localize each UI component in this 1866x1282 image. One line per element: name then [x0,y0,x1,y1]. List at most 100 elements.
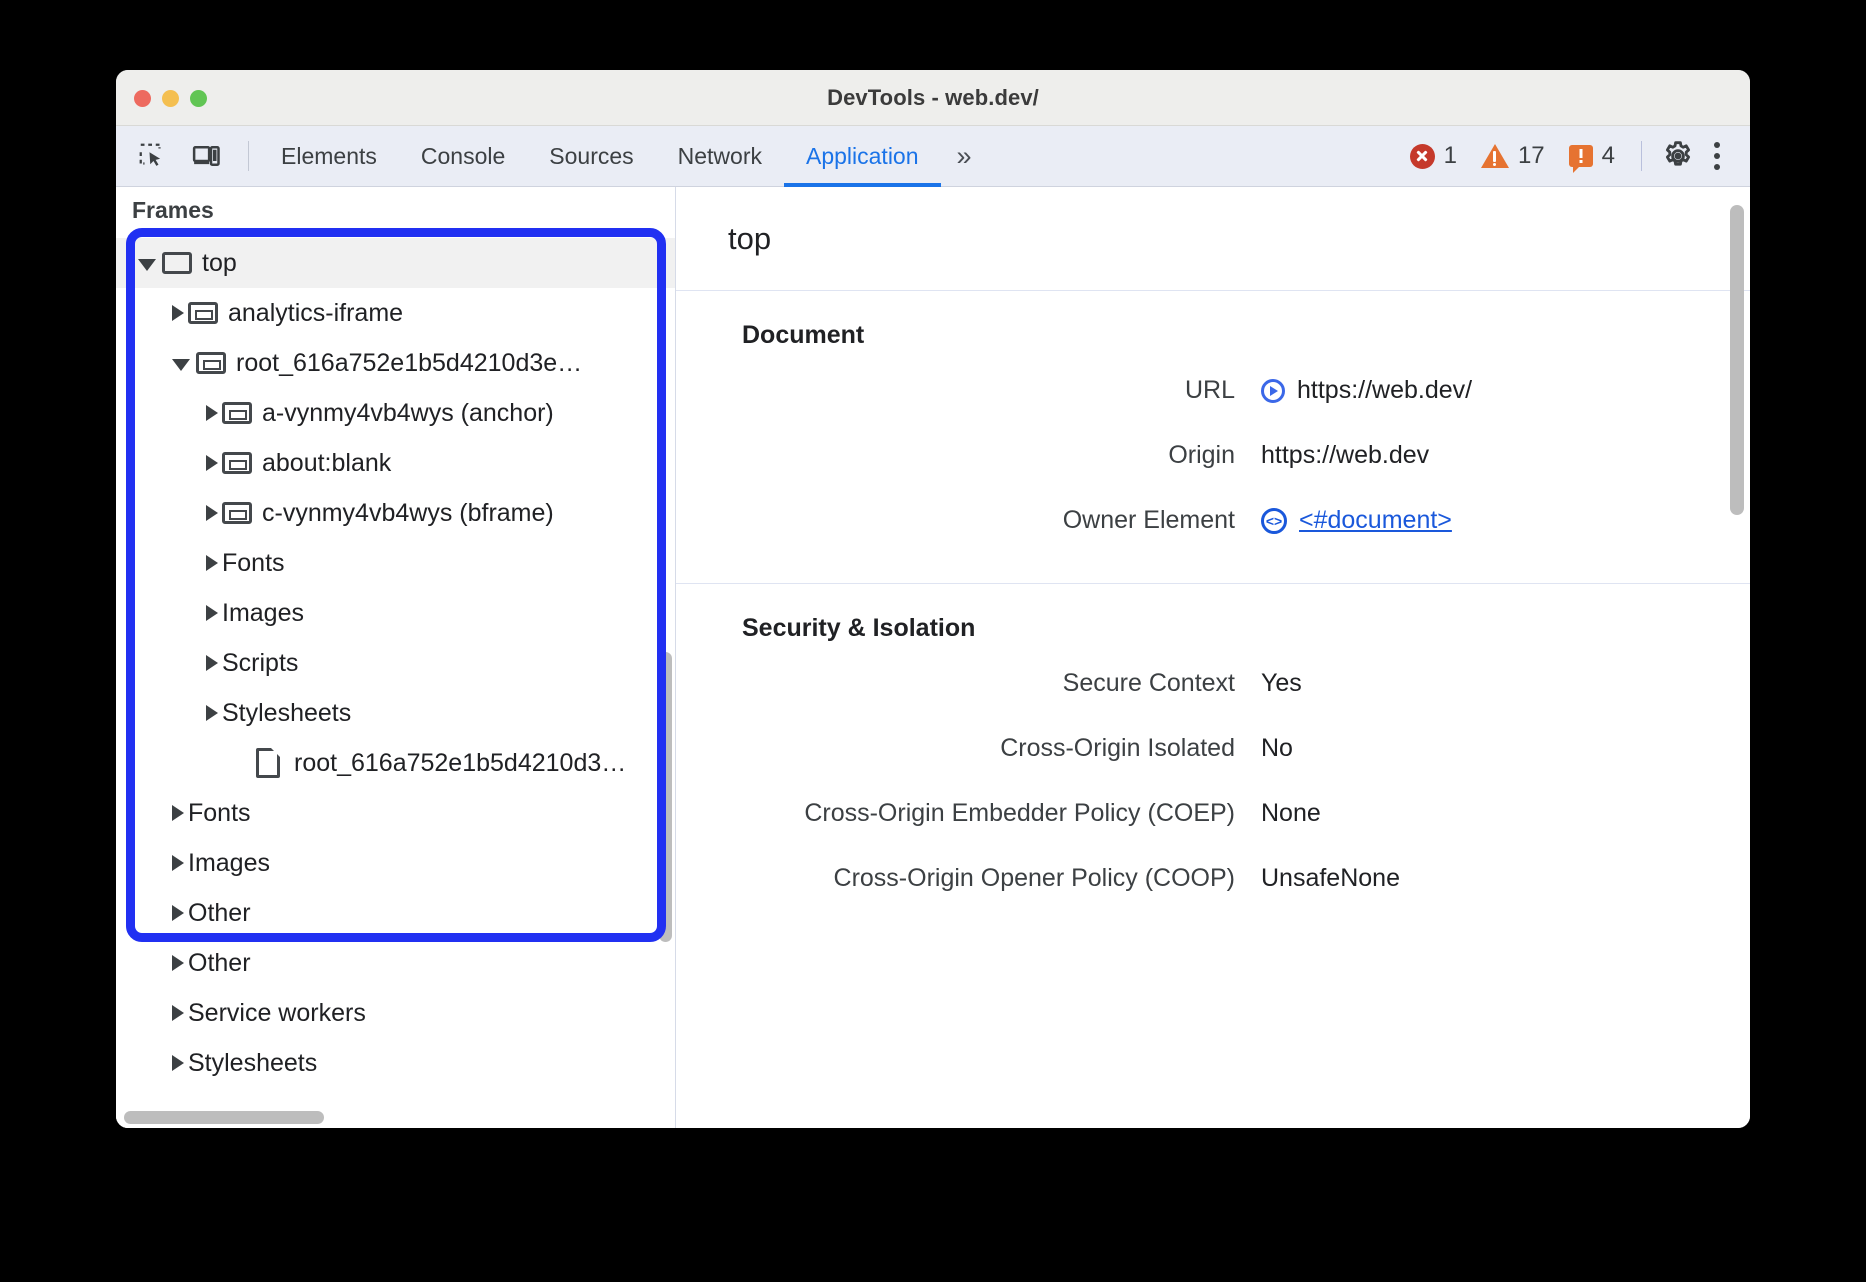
detail-row-value: <> <#document> [1261,506,1452,535]
settings-button[interactable] [1656,134,1700,178]
chevron-right-icon[interactable] [206,655,218,671]
frame-icon [222,502,252,524]
chevron-right-icon[interactable] [172,955,184,971]
frame-tree-row-label: about:blank [262,449,391,478]
chevron-right-icon[interactable] [172,1005,184,1021]
tab-elements-label: Elements [281,143,377,170]
kebab-dot-3 [1714,164,1720,170]
chevron-right-icon[interactable] [206,405,218,421]
chevron-right-icon[interactable] [172,855,184,871]
frame-tree-row[interactable]: Scripts [116,638,675,688]
chevron-right-icon[interactable] [172,905,184,921]
error-icon [1410,144,1435,169]
detail-row: Originhttps://web.dev [676,441,1750,470]
tab-console-label: Console [421,143,505,170]
gear-icon [1661,139,1695,173]
toolbar-right-divider [1641,141,1642,171]
frame-tree-row[interactable]: top [116,238,675,288]
device-toolbar-button[interactable] [184,134,228,178]
panel-vertical-scrollbar[interactable] [1730,205,1744,515]
error-counter[interactable]: 1 [1398,142,1469,170]
inspect-element-icon [137,141,167,171]
maximize-button[interactable] [190,90,207,107]
frame-tree[interactable]: topanalytics-iframeroot_616a752e1b5d4210… [116,232,675,1128]
section-title: Security & Isolation [676,614,1750,643]
detail-row-value: https://web.dev/ [1261,376,1472,405]
frame-icon [196,352,226,374]
chevron-right-icon[interactable] [206,705,218,721]
frame-tree-row[interactable]: root_616a752e1b5d4210d3e… [116,338,675,388]
detail-row-key: URL [676,376,1261,405]
more-options-button[interactable] [1700,142,1734,170]
sidebar-vertical-scrollbar[interactable] [659,652,672,942]
chevron-right-icon[interactable] [172,305,184,321]
chevron-down-icon[interactable] [172,359,190,371]
document-badge-icon [1261,379,1285,403]
frame-tree-row[interactable]: root_616a752e1b5d4210d3… [116,738,675,788]
minimize-button[interactable] [162,90,179,107]
detail-row-text: https://web.dev/ [1297,376,1472,405]
frame-tree-row[interactable]: Other [116,938,675,988]
chevron-right-icon[interactable] [172,805,184,821]
toolbar-left-group [116,126,259,186]
devtools-toolbar: Elements Console Sources Network Applica… [116,126,1750,187]
kebab-dot-2 [1714,153,1720,159]
frame-tree-row[interactable]: a-vynmy4vb4wys (anchor) [116,388,675,438]
chevron-right-icon[interactable] [206,555,218,571]
tab-sources-label: Sources [549,143,633,170]
detail-row: Cross-Origin Opener Policy (COOP)UnsafeN… [676,864,1750,893]
frame-tree-row[interactable]: Images [116,588,675,638]
security-isolation-section: Security & Isolation Secure ContextYes Cro… [676,584,1750,941]
chevron-right-icon[interactable] [206,505,218,521]
inspect-element-button[interactable] [130,134,174,178]
frame-tree-row-label: c-vynmy4vb4wys (bframe) [262,499,554,528]
chevron-down-icon[interactable] [138,259,156,271]
detail-row-text: No [1261,734,1293,763]
frame-tree-row[interactable]: Images [116,838,675,888]
tab-network-label: Network [678,143,762,170]
window-title: DevTools - web.dev/ [116,85,1750,111]
frame-tree-row[interactable]: Stylesheets [116,688,675,738]
devtools-content: Frames topanalytics-iframeroot_616a752e1… [116,187,1750,1128]
detail-row-key: Secure Context [676,669,1261,698]
detail-row-text: https://web.dev [1261,441,1429,470]
detail-row-key: Origin [676,441,1261,470]
detail-row-text: Yes [1261,669,1302,698]
frame-tree-row-label: top [202,249,237,278]
tab-console[interactable]: Console [399,126,527,186]
detail-row-text: None [1261,799,1321,828]
frame-tree-row[interactable]: Service workers [116,988,675,1038]
tab-application[interactable]: Application [784,126,941,186]
tab-sources[interactable]: Sources [527,126,655,186]
detail-row-key: Cross-Origin Opener Policy (COOP) [676,864,1261,893]
detail-row: Secure ContextYes [676,669,1750,698]
frame-tree-row[interactable]: about:blank [116,438,675,488]
frame-tree-row[interactable]: c-vynmy4vb4wys (bframe) [116,488,675,538]
devtools-window: DevTools - web.dev/ [116,70,1750,1128]
chevron-right-icon[interactable] [206,455,218,471]
close-button[interactable] [134,90,151,107]
frame-tree-row[interactable]: Other [116,888,675,938]
detail-row-value: Yes [1261,669,1302,698]
frame-tree-row-label: Other [188,899,251,928]
chevron-right-icon[interactable] [172,1055,184,1071]
issue-count: 4 [1602,142,1615,170]
warning-counter[interactable]: 17 [1469,142,1557,170]
issue-counter[interactable]: 4 [1557,142,1627,170]
frame-details-panel: top DocumentURLhttps://web.dev/Originhtt… [676,187,1750,1128]
code-badge-icon: <> [1261,508,1287,534]
frame-tree-row-label: Fonts [188,799,251,828]
frame-tree-row[interactable]: Stylesheets [116,1038,675,1088]
chevron-right-icon[interactable] [206,605,218,621]
detail-row-value: UnsafeNone [1261,864,1400,893]
more-tabs-button[interactable]: » [941,126,985,186]
frame-tree-row[interactable]: Fonts [116,538,675,588]
frame-tree-row[interactable]: Fonts [116,788,675,838]
frame-tree-row-label: Scripts [222,649,298,678]
frame-tree-row[interactable]: analytics-iframe [116,288,675,338]
detail-row-link[interactable]: <#document> [1299,506,1452,535]
tab-network[interactable]: Network [656,126,784,186]
frame-top-icon [162,252,192,274]
tab-elements[interactable]: Elements [259,126,399,186]
sidebar-horizontal-scrollbar[interactable] [124,1111,324,1124]
